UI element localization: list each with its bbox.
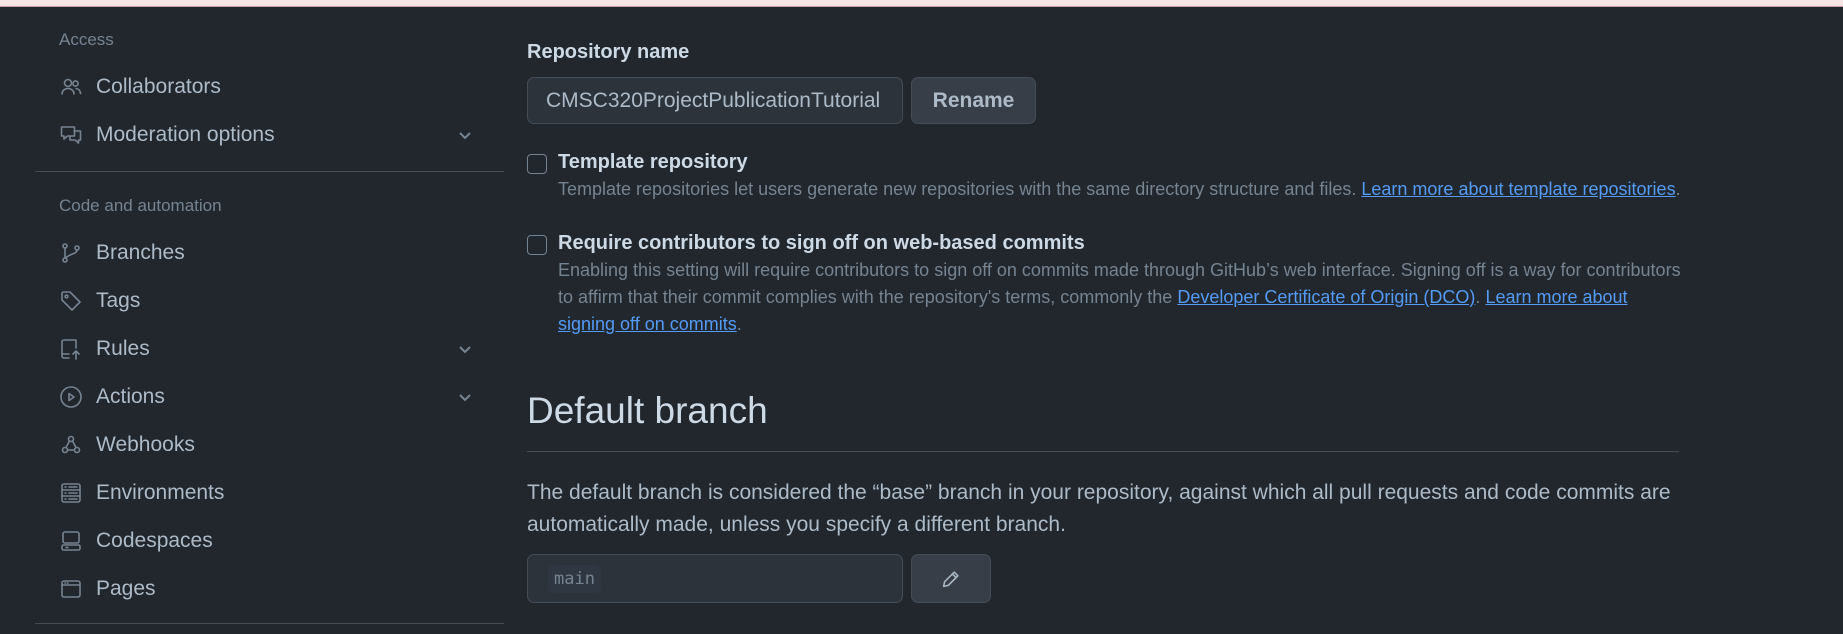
browser-icon	[59, 577, 83, 601]
comment-discussion-icon	[59, 123, 83, 147]
sidebar-divider	[35, 623, 504, 624]
help-text-mid: .	[1475, 287, 1481, 307]
sidebar-item-label: Branches	[96, 241, 185, 264]
sidebar-item-branches[interactable]: Branches	[35, 229, 504, 277]
template-repository-checkbox[interactable]	[527, 154, 547, 174]
sidebar-item-moderation-options[interactable]: Moderation options	[35, 111, 504, 159]
chevron-down-icon[interactable]	[455, 339, 475, 359]
people-icon	[59, 75, 83, 99]
sidebar-item-tags[interactable]: Tags	[35, 277, 504, 325]
signoff-setting: Require contributors to sign off on web-…	[527, 232, 1688, 338]
template-repository-text: Template repository Template repositorie…	[558, 151, 1688, 203]
help-text-tail: .	[1675, 179, 1681, 199]
signoff-label: Require contributors to sign off on web-…	[558, 232, 1085, 254]
webhook-icon	[59, 433, 83, 457]
play-icon	[59, 385, 83, 409]
rename-button[interactable]: Rename	[911, 77, 1036, 124]
repo-push-icon	[59, 337, 83, 361]
section-divider	[527, 451, 1679, 452]
dco-link[interactable]: Developer Certificate of Origin (DCO)	[1177, 287, 1475, 307]
sidebar-item-label: Rules	[96, 337, 150, 360]
default-branch-field: main	[527, 554, 903, 603]
sidebar-divider	[35, 171, 504, 172]
pencil-icon	[940, 568, 962, 590]
default-branch-title: Default branch	[527, 390, 768, 431]
template-repository-help: Template repositories let users generate…	[558, 176, 1688, 203]
sidebar-heading-code-automation: Code and automation	[59, 196, 222, 215]
edit-default-branch-button[interactable]	[911, 554, 991, 603]
default-branch-name: main	[548, 564, 601, 593]
template-repository-label: Template repository	[558, 151, 748, 173]
sidebar-item-pages[interactable]: Pages	[35, 565, 504, 613]
repo-name-row: CMSC320ProjectPublicationTutorial Rename	[527, 77, 1036, 124]
signoff-text: Require contributors to sign off on web-…	[558, 232, 1688, 338]
template-repositories-link[interactable]: Learn more about template repositories	[1361, 179, 1675, 199]
settings-sidebar: Access Collaborators Moderation options …	[35, 8, 504, 624]
sidebar-item-label: Webhooks	[96, 433, 195, 456]
sidebar-item-label: Collaborators	[96, 75, 221, 98]
top-accent-line	[0, 0, 1843, 7]
help-text-tail: .	[736, 314, 742, 334]
sidebar-item-label: Tags	[96, 289, 141, 312]
sidebar-item-collaborators[interactable]: Collaborators	[35, 63, 504, 111]
sidebar-item-codespaces[interactable]: Codespaces	[35, 517, 504, 565]
repo-name-label: Repository name	[527, 41, 690, 63]
sidebar-heading-access: Access	[59, 30, 114, 49]
signoff-help: Enabling this setting will require contr…	[558, 257, 1688, 338]
default-branch-row: main	[527, 554, 991, 603]
sidebar-item-environments[interactable]: Environments	[35, 469, 504, 517]
sidebar-item-label: Pages	[96, 577, 156, 600]
chevron-down-icon[interactable]	[455, 125, 475, 145]
chevron-down-icon[interactable]	[455, 387, 475, 407]
sidebar-item-rules[interactable]: Rules	[35, 325, 504, 373]
server-icon	[59, 481, 83, 505]
sidebar-item-label: Environments	[96, 481, 225, 504]
help-text: Template repositories let users generate…	[558, 179, 1357, 199]
tag-icon	[59, 289, 83, 313]
repo-name-input[interactable]: CMSC320ProjectPublicationTutorial	[527, 77, 903, 124]
git-branch-icon	[59, 241, 83, 265]
sidebar-item-label: Moderation options	[96, 123, 275, 146]
sidebar-item-webhooks[interactable]: Webhooks	[35, 421, 504, 469]
codespaces-icon	[59, 529, 83, 553]
template-repository-setting: Template repository Template repositorie…	[527, 151, 1688, 203]
default-branch-description: The default branch is considered the “ba…	[527, 481, 1671, 536]
sidebar-item-actions[interactable]: Actions	[35, 373, 504, 421]
sidebar-item-label: Actions	[96, 385, 165, 408]
sidebar-item-label: Codespaces	[96, 529, 213, 552]
signoff-checkbox[interactable]	[527, 235, 547, 255]
